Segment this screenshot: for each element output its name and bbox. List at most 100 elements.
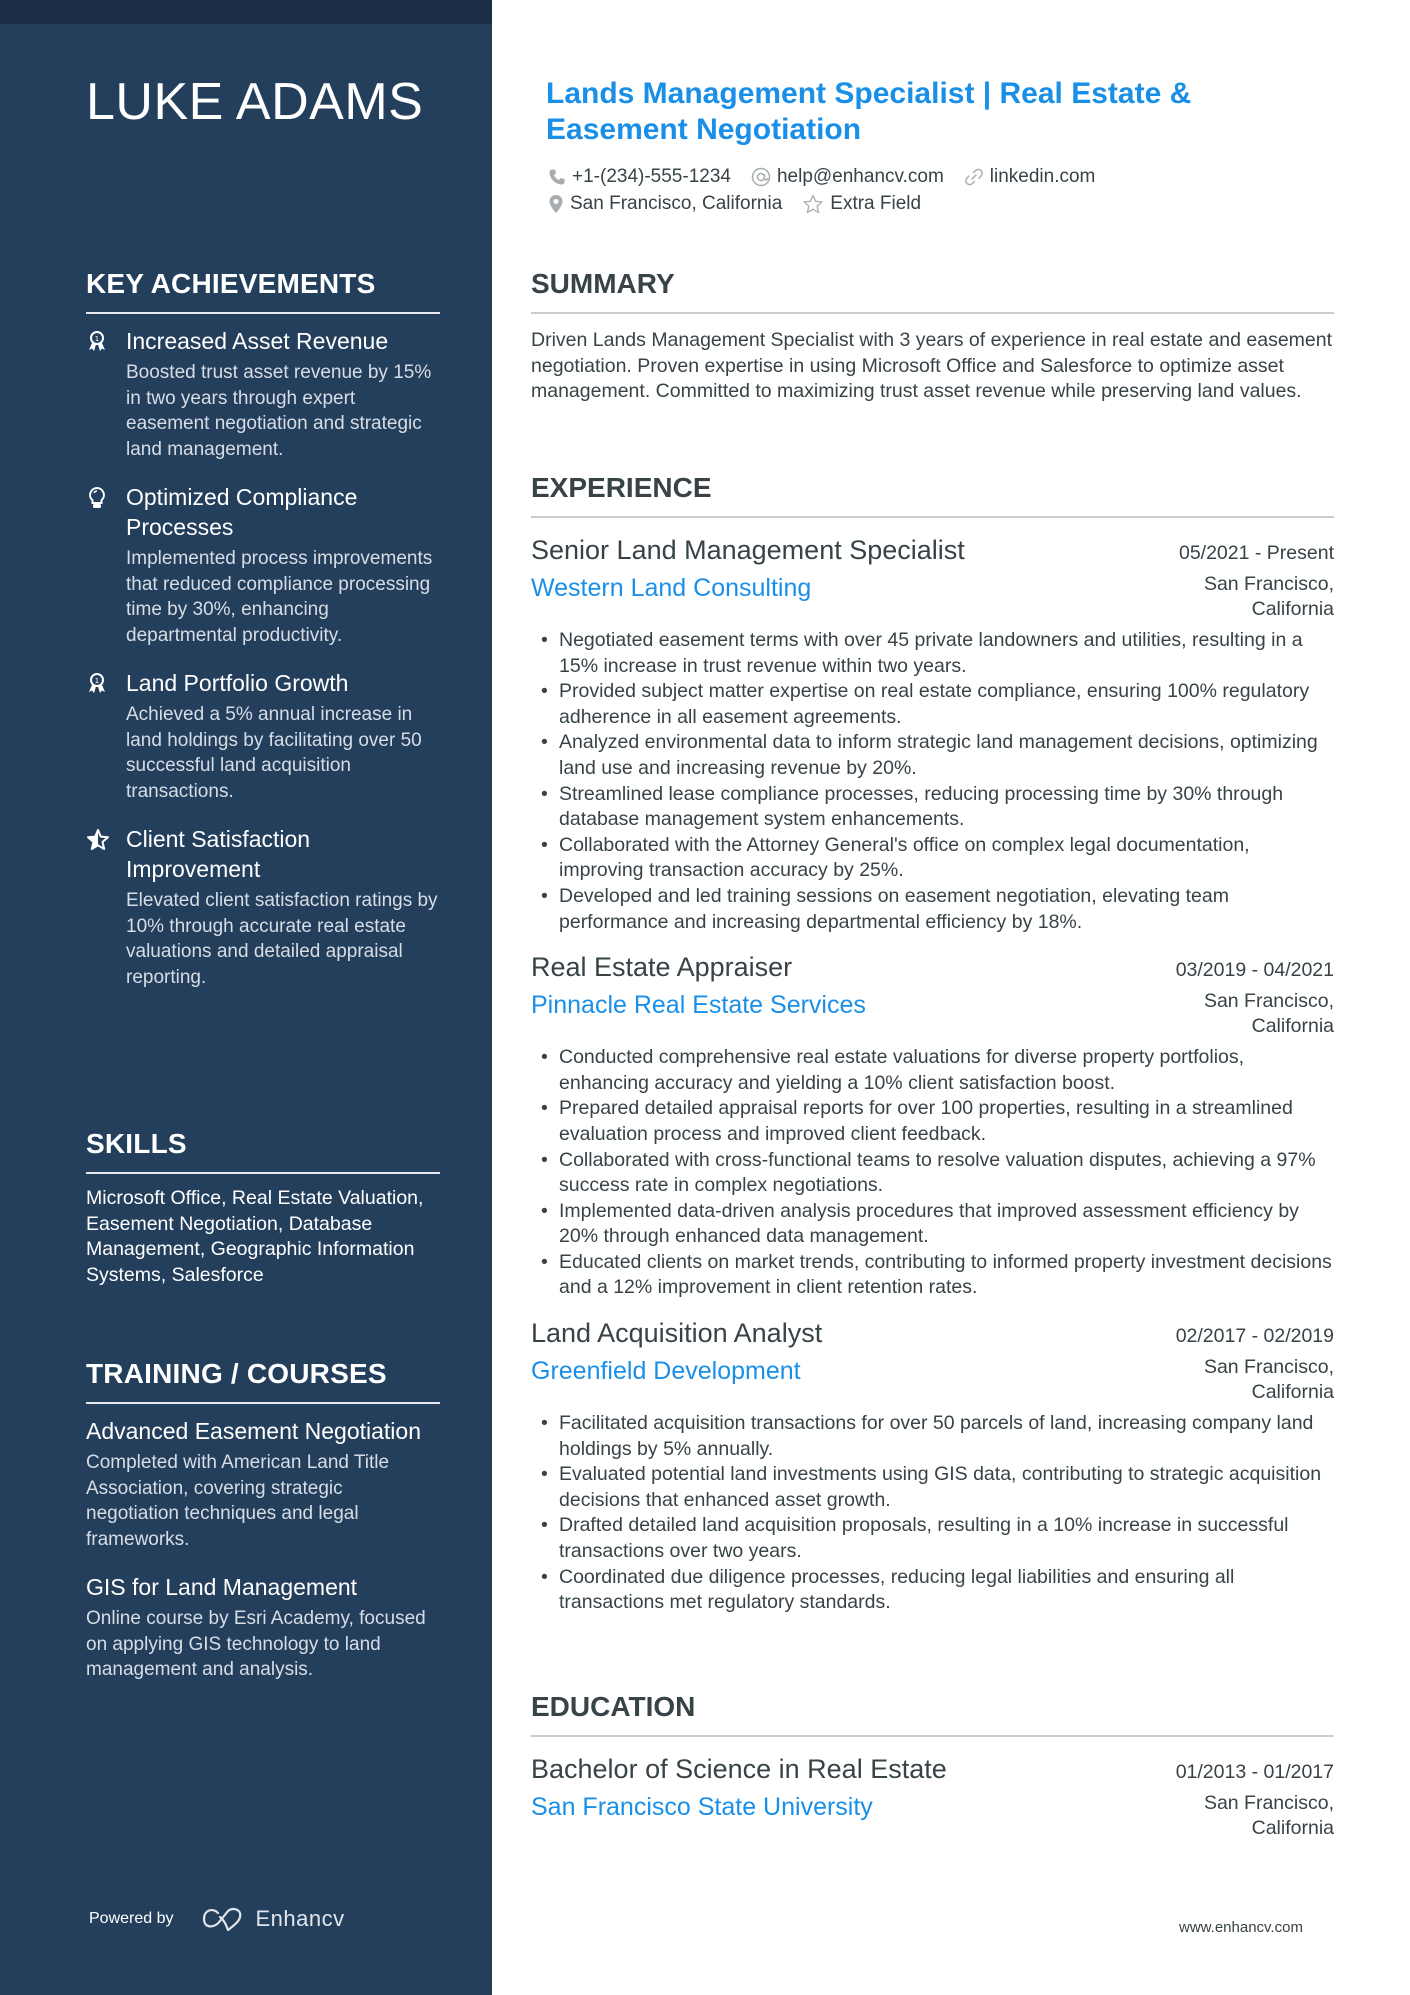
enhancv-logo-icon [202, 1907, 241, 1932]
job-company: Western Land Consulting [531, 574, 812, 602]
experience-entry: Land Acquisition Analyst 02/2017 - 02/20… [531, 1315, 1334, 1616]
education-section: EDUCATION Bachelor of Science in Real Es… [531, 1691, 1334, 1855]
job-bullet: Educated clients on market trends, contr… [531, 1250, 1334, 1301]
job-location: San Francisco, California [1203, 990, 1334, 1038]
job-dates: 03/2019 - 04/2021 [1175, 959, 1334, 982]
achievement-description: Implemented process improvements that re… [126, 548, 433, 646]
experience-heading: EXPERIENCE [531, 472, 1334, 518]
skills-section: SKILLS Microsoft Office, Real Estate Val… [86, 1128, 440, 1288]
job-bullet: Coordinated due diligence processes, red… [531, 1565, 1334, 1616]
degree: Bachelor of Science in Real Estate [531, 1754, 947, 1784]
summary-section: SUMMARY Driven Lands Management Speciali… [531, 268, 1334, 405]
job-bullet: Evaluated potential land investments usi… [531, 1462, 1334, 1513]
job-role: Land Acquisition Analyst [531, 1318, 823, 1349]
job-bullets: Conducted comprehensive real estate valu… [531, 1045, 1334, 1301]
job-title-headline: Lands Management Specialist | Real Estat… [546, 77, 1192, 146]
job-bullet: Conducted comprehensive real estate valu… [531, 1045, 1334, 1096]
achievement-description: Boosted trust asset revenue by 15% in tw… [126, 362, 432, 460]
achievement-title: Land Portfolio Growth [126, 670, 349, 696]
job-bullet: Drafted detailed land acquisition propos… [531, 1513, 1334, 1564]
job-bullet: Collaborated with the Attorney General's… [531, 833, 1334, 884]
experience-entry: Real Estate Appraiser 03/2019 - 04/2021 … [531, 949, 1334, 1301]
course-description: Online course by Esri Academy, focused o… [86, 1608, 426, 1680]
link-icon [964, 168, 983, 185]
contact-link[interactable]: linkedin.com [964, 165, 1096, 188]
job-role: Senior Land Management Specialist [531, 535, 965, 565]
job-company: Greenfield Development [531, 1357, 801, 1386]
contact-info: +1-(234)-555-1234 help@enhancv.com linke… [548, 163, 1308, 217]
location-text: San Francisco, California [570, 192, 783, 214]
experience-section: EXPERIENCE Senior Land Management Specia… [531, 472, 1334, 1630]
contact-extra: Extra Field [802, 193, 921, 215]
course-description: Completed with American Land Title Assoc… [86, 1452, 390, 1550]
medal-icon: 1 [86, 672, 108, 694]
achievement-title: Optimized Compliance Processes [126, 484, 358, 540]
sidebar: LUKE ADAMS KEY ACHIEVEMENTS 1 Increased … [0, 0, 492, 1995]
achievement-item: 1 Land Portfolio Growth Achieved a 5% an… [86, 668, 440, 804]
job-dates: 02/2017 - 02/2019 [1175, 1325, 1334, 1348]
job-bullet: Implemented data-driven analysis procedu… [531, 1199, 1334, 1250]
key-achievements-heading: KEY ACHIEVEMENTS [86, 268, 440, 314]
svg-text:1: 1 [95, 335, 99, 343]
powered-by-label: Powered by [89, 1910, 174, 1927]
contact-email[interactable]: help@enhancv.com [751, 166, 944, 188]
training-heading: TRAINING / COURSES [86, 1358, 440, 1404]
key-achievements-section: KEY ACHIEVEMENTS 1 Increased Asset Reven… [86, 268, 440, 1010]
course-title: Advanced Easement Negotiation [86, 1418, 421, 1444]
achievement-description: Elevated client satisfaction ratings by … [126, 890, 438, 988]
phone-number: +1-(234)-555-1234 [572, 165, 731, 187]
job-dates: 05/2021 - Present [1178, 542, 1334, 564]
education-entry: Bachelor of Science in Real Estate 01/20… [531, 1751, 1334, 1841]
star-icon [803, 194, 823, 213]
summary-text: Driven Lands Management Specialist with … [531, 329, 1333, 402]
achievement-item: Client Satisfaction Improvement Elevated… [86, 824, 440, 990]
job-bullets: Facilitated acquisition transactions for… [531, 1411, 1334, 1616]
education-location: San Francisco, California [1203, 1792, 1334, 1839]
lightbulb-icon [86, 486, 108, 508]
job-bullets: Negotiated easement terms with over 45 p… [531, 628, 1334, 935]
skills-list: Microsoft Office, Real Estate Valuation,… [86, 1187, 424, 1286]
education-dates: 01/2013 - 01/2017 [1175, 1761, 1334, 1783]
at-icon [751, 167, 771, 186]
job-bullet: Analyzed environmental data to inform st… [531, 730, 1334, 781]
job-bullet: Collaborated with cross-functional teams… [531, 1148, 1334, 1199]
location-pin-icon [549, 194, 563, 213]
achievement-item: Optimized Compliance Processes Implement… [86, 482, 440, 648]
job-company: Pinnacle Real Estate Services [531, 991, 866, 1020]
achievement-description: Achieved a 5% annual increase in land ho… [126, 704, 422, 802]
svg-text:1: 1 [95, 677, 99, 685]
sidebar-top-strip [0, 0, 492, 24]
contact-phone[interactable]: +1-(234)-555-1234 [548, 166, 731, 188]
medal-icon: 1 [86, 330, 108, 352]
job-bullet: Facilitated acquisition transactions for… [531, 1411, 1334, 1462]
school-name: San Francisco State University [531, 1793, 873, 1821]
course-item: Advanced Easement Negotiation Completed … [86, 1416, 440, 1552]
star-half-icon [86, 828, 109, 850]
achievement-title: Increased Asset Revenue [126, 328, 389, 354]
course-item: GIS for Land Management Online course by… [86, 1572, 440, 1683]
job-bullet: Provided subject matter expertise on rea… [531, 679, 1334, 730]
job-bullet: Prepared detailed appraisal reports for … [531, 1096, 1334, 1147]
job-bullet: Streamlined lease compliance processes, … [531, 782, 1334, 833]
summary-heading: SUMMARY [531, 268, 1334, 314]
enhancv-logo[interactable]: Enhancv [200, 1906, 345, 1932]
job-location: San Francisco, California [1203, 1356, 1334, 1404]
job-bullet: Negotiated easement terms with over 45 p… [531, 628, 1334, 679]
skills-heading: SKILLS [86, 1128, 440, 1174]
powered-by: Powered by Enhancv [89, 1906, 345, 1932]
email-address: help@enhancv.com [776, 165, 944, 187]
footer-url[interactable]: www.enhancv.com [1179, 1919, 1303, 1936]
brand-name: Enhancv [255, 1906, 345, 1931]
training-section: TRAINING / COURSES Advanced Easement Neg… [86, 1358, 440, 1703]
experience-entry: Senior Land Management Specialist 05/202… [531, 532, 1334, 935]
job-bullet: Developed and led training sessions on e… [531, 884, 1334, 935]
course-title: GIS for Land Management [86, 1574, 358, 1600]
extra-field-text: Extra Field [830, 192, 922, 214]
contact-location: San Francisco, California [548, 193, 782, 215]
job-role: Real Estate Appraiser [531, 952, 793, 983]
phone-icon [549, 169, 565, 184]
achievement-item: 1 Increased Asset Revenue Boosted trust … [86, 326, 440, 462]
linkedin-url: linkedin.com [989, 165, 1096, 187]
achievement-title: Client Satisfaction Improvement [126, 826, 311, 882]
job-location: San Francisco, California [1203, 573, 1334, 620]
